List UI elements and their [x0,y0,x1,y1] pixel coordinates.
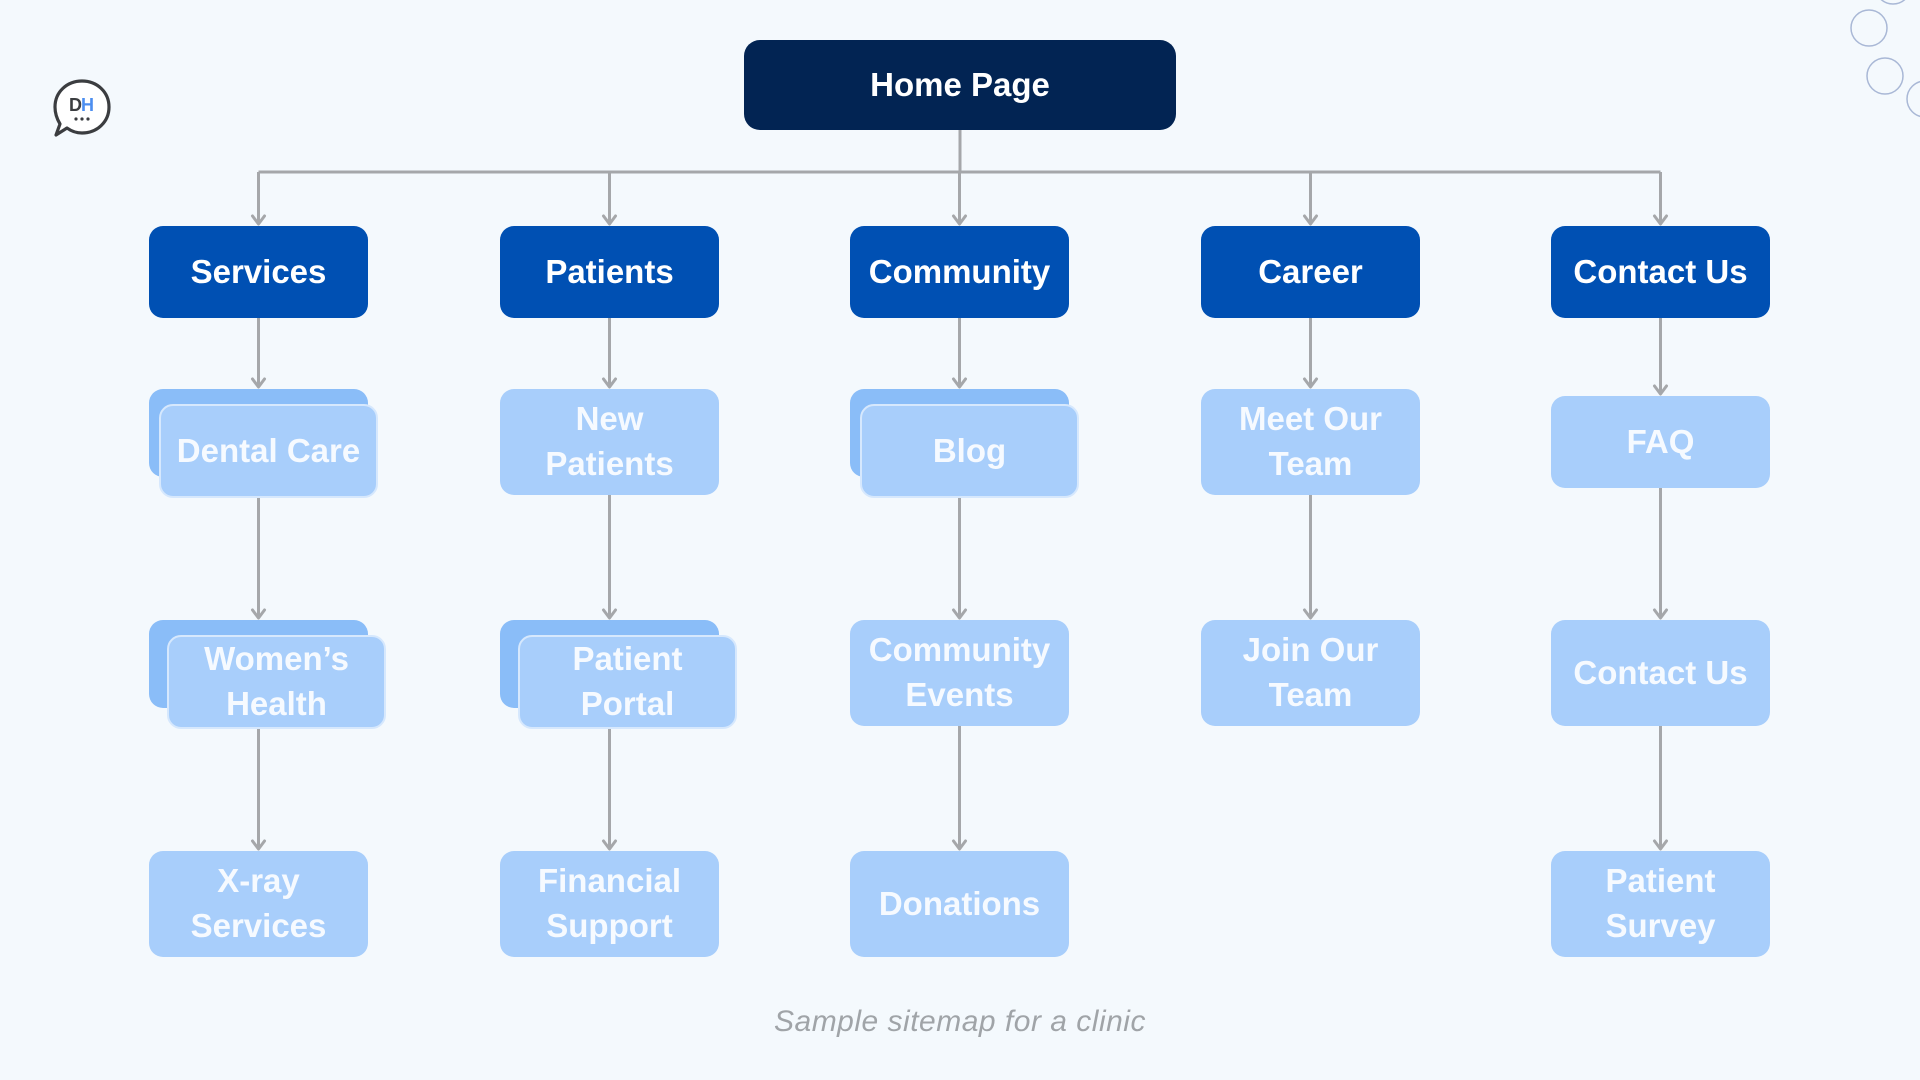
node-label: Patient Portal [572,637,682,726]
node-label-line: Community [868,631,1051,669]
node-label-line: Blog [932,431,1007,469]
node-label-line: Team [1268,676,1353,713]
arrowhead-icon [952,839,967,851]
node-label-line: Patient [1605,862,1716,900]
node-join-our-team[interactable]: Join Our Team [1201,620,1420,726]
node-label: Blog [933,429,1006,474]
node-label: Donations [879,882,1040,927]
node-label-line: Patient [572,640,683,678]
node-label-line: Contact Us [1573,653,1748,691]
node-label: Patients [545,252,674,290]
arrowhead-icon [251,214,266,226]
logo-letter-h: H [81,95,94,115]
node-patient-portal[interactable]: Patient Portal [518,635,737,729]
speech-bubble-logo-icon: D H [53,79,111,137]
arrowhead-icon [1653,384,1668,396]
node-label-line: FAQ [1626,422,1695,460]
node-label: Community [868,252,1051,290]
arrowhead-icon [251,839,266,851]
node-label: Community Events [869,628,1051,717]
node-meet-our-team[interactable]: Meet Our Team [1201,389,1420,495]
arrowhead-icon [602,839,617,851]
node-label-line: Dental Care [176,431,361,469]
node-label-line: Health [226,685,327,722]
node-patient-survey[interactable]: Patient Survey [1551,851,1770,957]
node-home-page[interactable]: Home Page [744,40,1176,130]
arrowhead-icon [602,377,617,389]
node-label: Home Page [870,65,1050,103]
decorative-circle [1866,57,1904,95]
decorative-circle [1850,9,1888,47]
node-career[interactable]: Career [1201,226,1420,318]
node-label: New Patients [545,397,673,486]
node-label: FAQ [1627,420,1695,465]
node-label-line: Events [905,676,1014,713]
arrowhead-icon [952,608,967,620]
node-services[interactable]: Services [149,226,368,318]
node-label-line: Portal [580,685,675,722]
arrowhead-icon [1653,839,1668,851]
arrowhead-icon [251,377,266,389]
node-label-line: Donations [878,884,1041,922]
decorative-circle [1880,0,1906,5]
node-label: Career [1258,252,1363,290]
arrowhead-icon [602,214,617,226]
diagram-caption: Sample sitemap for a clinic [774,1005,1146,1038]
dh-logo: D H [50,77,114,141]
arrowhead-icon [952,214,967,226]
node-x-ray-services[interactable]: X-ray Services [149,851,368,957]
node-label-line: Patients [545,445,674,482]
node-new-patients[interactable]: New Patients [500,389,719,495]
node-label-line: New [575,400,644,438]
node-label-line: Support [546,907,673,944]
node-community[interactable]: Community [850,226,1069,318]
node-label: Financial Support [538,859,681,948]
node-contact-us[interactable]: Contact Us [1551,620,1770,726]
node-patients[interactable]: Patients [500,226,719,318]
node-label-line: Survey [1605,907,1716,944]
arrowhead-icon [1653,214,1668,226]
node-label-line: Women’s [204,640,349,678]
node-dental-care[interactable]: Dental Care [159,404,378,498]
node-label-line: Join Our [1242,631,1379,669]
arrowhead-icon [1303,608,1318,620]
arrowhead-icon [1303,214,1318,226]
node-label-line: Meet Our [1238,400,1383,438]
node-label-line: X-ray [217,862,300,900]
node-donations[interactable]: Donations [850,851,1069,957]
node-faq[interactable]: FAQ [1551,396,1770,488]
node-women-s-health[interactable]: Women’s Health [167,635,386,729]
arrowhead-icon [952,377,967,389]
node-label: Women’s Health [204,637,349,726]
node-community-events[interactable]: Community Events [850,620,1069,726]
sitemap-canvas: D H Home Page Services Dental Care Women’s… [0,0,1920,1080]
node-label: Services [190,252,327,290]
node-label-line: Services [190,907,327,944]
node-label: X-ray Services [191,859,327,948]
decorative-circle [1906,80,1920,118]
node-label: Join Our Team [1243,628,1379,717]
node-label: Patient Survey [1605,859,1715,948]
node-label-line: Financial [537,862,682,900]
node-label: Contact Us [1573,651,1747,696]
node-label: Contact Us [1573,252,1748,290]
node-financial-support[interactable]: Financial Support [500,851,719,957]
arrowhead-icon [251,608,266,620]
node-label: Meet Our Team [1239,397,1382,486]
node-blog[interactable]: Blog [860,404,1079,498]
node-label: Dental Care [177,429,360,474]
arrowhead-icon [1303,377,1318,389]
node-contact-us[interactable]: Contact Us [1551,226,1770,318]
node-label-line: Team [1268,445,1353,482]
arrowhead-icon [1653,608,1668,620]
arrowhead-icon [602,608,617,620]
